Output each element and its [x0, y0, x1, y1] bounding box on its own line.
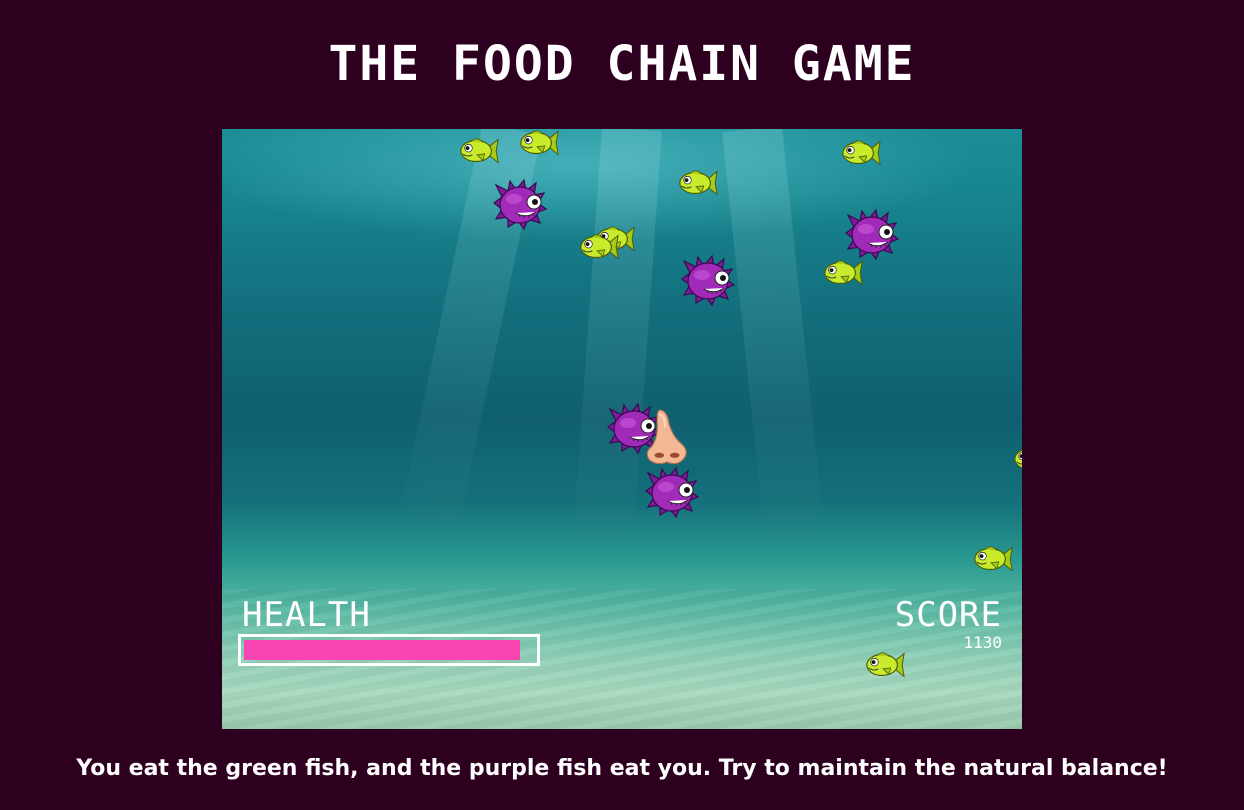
green-fish-icon [866, 652, 905, 678]
purple-fish-icon [681, 255, 735, 306]
health-bar-fill [244, 640, 520, 660]
purple-fish-icon [845, 209, 899, 260]
purple-fish-icon [493, 179, 547, 230]
score-value: 1130 [963, 633, 1002, 652]
score-label: SCORE [894, 595, 1002, 635]
green-fish-icon [460, 138, 499, 164]
green-fish-icon [520, 130, 559, 156]
green-fish-icon [580, 234, 619, 260]
player-nose-icon[interactable] [642, 407, 692, 469]
green-fish-icon [679, 170, 718, 196]
green-fish-icon [1014, 446, 1022, 472]
health-bar [238, 634, 540, 666]
health-label: HEALTH [242, 595, 371, 635]
green-fish-icon [974, 546, 1013, 572]
purple-fish-icon [645, 467, 699, 518]
light-ray [722, 129, 826, 550]
green-fish-icon [842, 140, 881, 166]
game-canvas[interactable]: HEALTH SCORE 1130 [222, 129, 1022, 729]
instructions-text: You eat the green fish, and the purple f… [76, 756, 1168, 781]
game-title: THE FOOD CHAIN GAME [328, 36, 916, 92]
